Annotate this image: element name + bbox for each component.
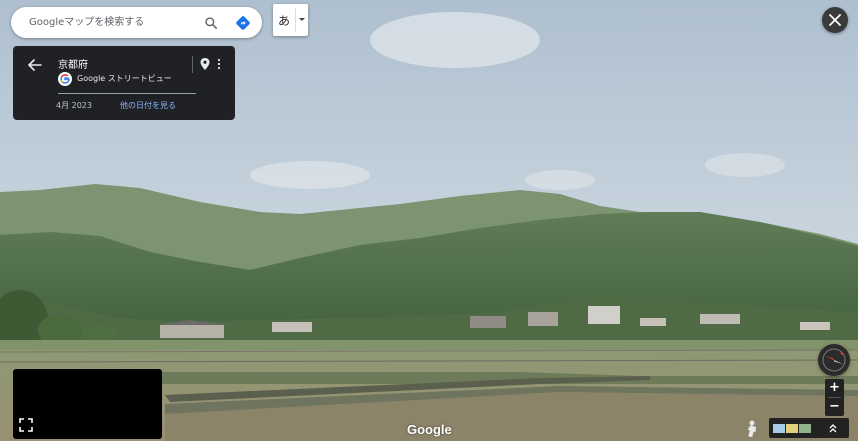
google-g-icon <box>58 72 72 86</box>
zoom-control: + − <box>825 379 844 416</box>
input-method-char: あ <box>277 13 290 28</box>
back-arrow-icon <box>28 59 42 71</box>
more-vert-icon[interactable] <box>216 57 222 71</box>
chevron-down-icon[interactable] <box>296 17 308 23</box>
search-box <box>11 7 262 38</box>
pegman-icon[interactable] <box>744 420 760 438</box>
layer-thumbnail[interactable] <box>773 423 785 433</box>
directions-icon[interactable] <box>234 14 252 32</box>
layers-switcher[interactable] <box>769 418 849 438</box>
place-title: 京都府 <box>58 60 88 71</box>
capture-date: 4月 2023 <box>56 101 92 110</box>
see-more-dates-link[interactable]: 他の日付を見る <box>120 100 176 111</box>
divider <box>192 56 193 73</box>
expand-icon <box>19 418 33 432</box>
search-icon[interactable] <box>202 14 220 32</box>
layer-thumbnail[interactable] <box>799 423 811 433</box>
divider <box>58 93 196 94</box>
close-icon <box>829 14 841 26</box>
compass-icon <box>822 348 846 372</box>
close-button[interactable] <box>822 7 848 33</box>
input-method-button[interactable]: あ <box>273 4 308 36</box>
compass[interactable] <box>818 344 850 376</box>
expand-map-button[interactable] <box>18 417 34 433</box>
google-wordmark: Google <box>407 422 452 437</box>
back-button[interactable] <box>27 57 43 73</box>
location-info-card: 京都府 Google ストリートビュー 4月 2023 他の日付を見る <box>13 46 235 120</box>
zoom-in-button[interactable]: + <box>825 379 844 397</box>
search-input[interactable] <box>27 16 202 29</box>
imagery-provider: Google ストリートビュー <box>77 74 172 83</box>
zoom-out-button[interactable]: − <box>825 398 844 416</box>
mini-map[interactable] <box>13 369 162 439</box>
map-pin-icon[interactable] <box>199 57 211 71</box>
layers-expand-icon[interactable] <box>828 423 838 433</box>
layer-thumbnail[interactable] <box>786 423 798 433</box>
